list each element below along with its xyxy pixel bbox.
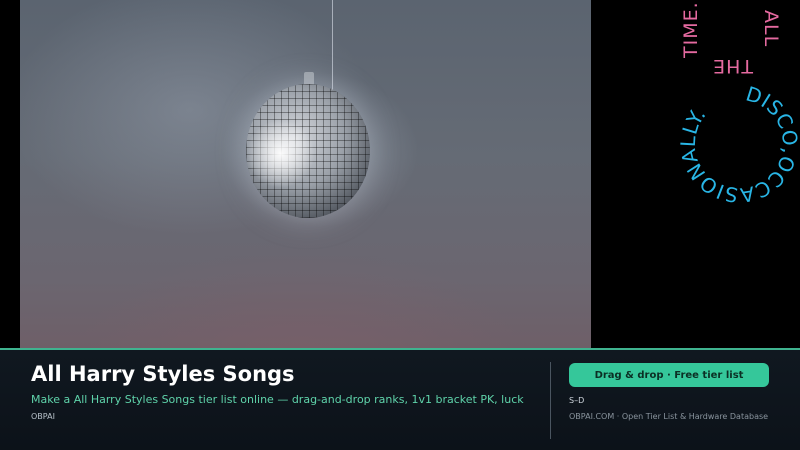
disco-ball-photo	[20, 0, 591, 348]
page-title: All Harry Styles Songs	[31, 362, 295, 386]
art-word-the: THE	[712, 55, 754, 77]
disco-ball-image	[246, 84, 370, 218]
page-description: Make a All Harry Styles Songs tier list …	[31, 393, 524, 406]
brand-label: OBPAI	[31, 412, 55, 421]
drag-drop-cta-button[interactable]: Drag & drop · Free tier list	[569, 363, 769, 387]
typography-art: TIME. ALL THE DISCO,OCCASIONALLY.	[591, 0, 800, 348]
footer-divider	[550, 362, 551, 439]
ring-text-path: DISCO,OCCASIONALLY.	[676, 82, 800, 208]
site-label: OBPAI.COM · Open Tier List & Hardware Da…	[569, 412, 769, 421]
art-word-time: TIME.	[680, 1, 702, 59]
tier-range-label: S–D	[569, 396, 585, 405]
hanging-string	[332, 0, 333, 90]
art-word-all: ALL	[760, 10, 782, 47]
ring-text: DISCO,OCCASIONALLY.	[676, 82, 800, 208]
footer-bar: All Harry Styles Songs Make a All Harry …	[0, 348, 800, 450]
hero-banner: TIME. ALL THE DISCO,OCCASIONALLY.	[0, 0, 800, 348]
typography-art-svg: TIME. ALL THE DISCO,OCCASIONALLY.	[676, 1, 800, 208]
